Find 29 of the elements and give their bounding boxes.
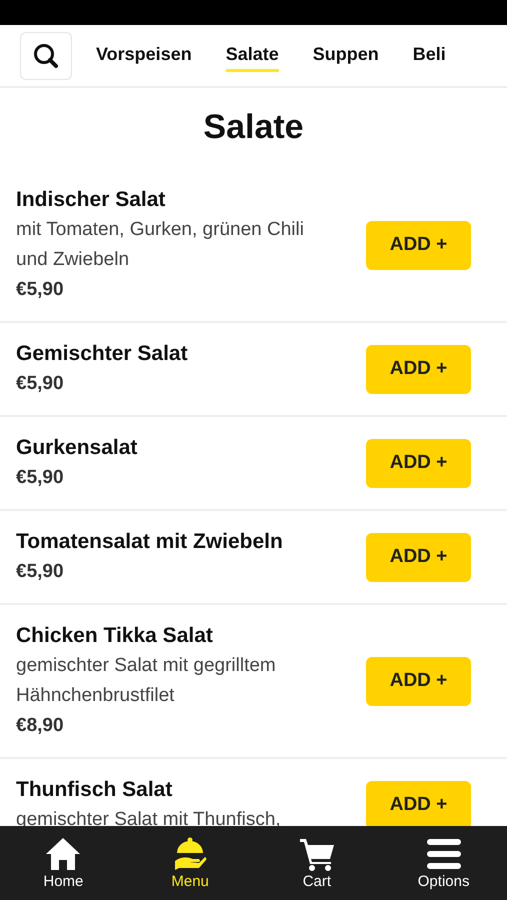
add-button[interactable]: ADD +: [366, 220, 471, 270]
add-button[interactable]: ADD +: [366, 656, 471, 706]
search-button[interactable]: [20, 32, 72, 80]
cart-icon: [298, 836, 335, 870]
dish-description: mit Tomaten, Gurken, grünen Chili und Zwiebeln: [16, 218, 305, 272]
add-button[interactable]: ADD +: [366, 438, 471, 488]
serving-dish-icon: [173, 836, 208, 870]
category-tab[interactable]: Beli: [412, 40, 446, 72]
section-title: Salate: [202, 107, 305, 148]
add-button[interactable]: ADD +: [366, 532, 471, 582]
dish-price: €5,90: [16, 372, 65, 396]
dish-price: €5,90: [16, 278, 65, 302]
menu-icon: [426, 836, 462, 870]
dish-name: Tomatensalat mit Zwiebeln: [16, 529, 284, 555]
dish-name: Chicken Tikka Salat: [16, 623, 214, 649]
category-tab[interactable]: Salate: [226, 40, 279, 72]
search-icon: [33, 42, 59, 68]
dish-name: Gurkensalat: [16, 435, 138, 461]
dish-name: Thunfisch Salat: [16, 777, 174, 803]
dish-name: Gemischter Salat: [16, 341, 189, 367]
dish-price: €5,90: [16, 466, 65, 490]
add-button[interactable]: ADD +: [366, 344, 471, 394]
dish-name: Indischer Salat: [16, 187, 166, 213]
dish-price: €8,90: [16, 714, 65, 738]
dish-price: €5,90: [16, 560, 65, 584]
dish-description: gemischter Salat mit gegrilltem Hähnchenbrustfilet: [16, 654, 277, 708]
home-icon: [45, 836, 82, 870]
category-tab[interactable]: Suppen: [312, 40, 379, 72]
category-tab[interactable]: Vorspeisen: [96, 40, 192, 72]
